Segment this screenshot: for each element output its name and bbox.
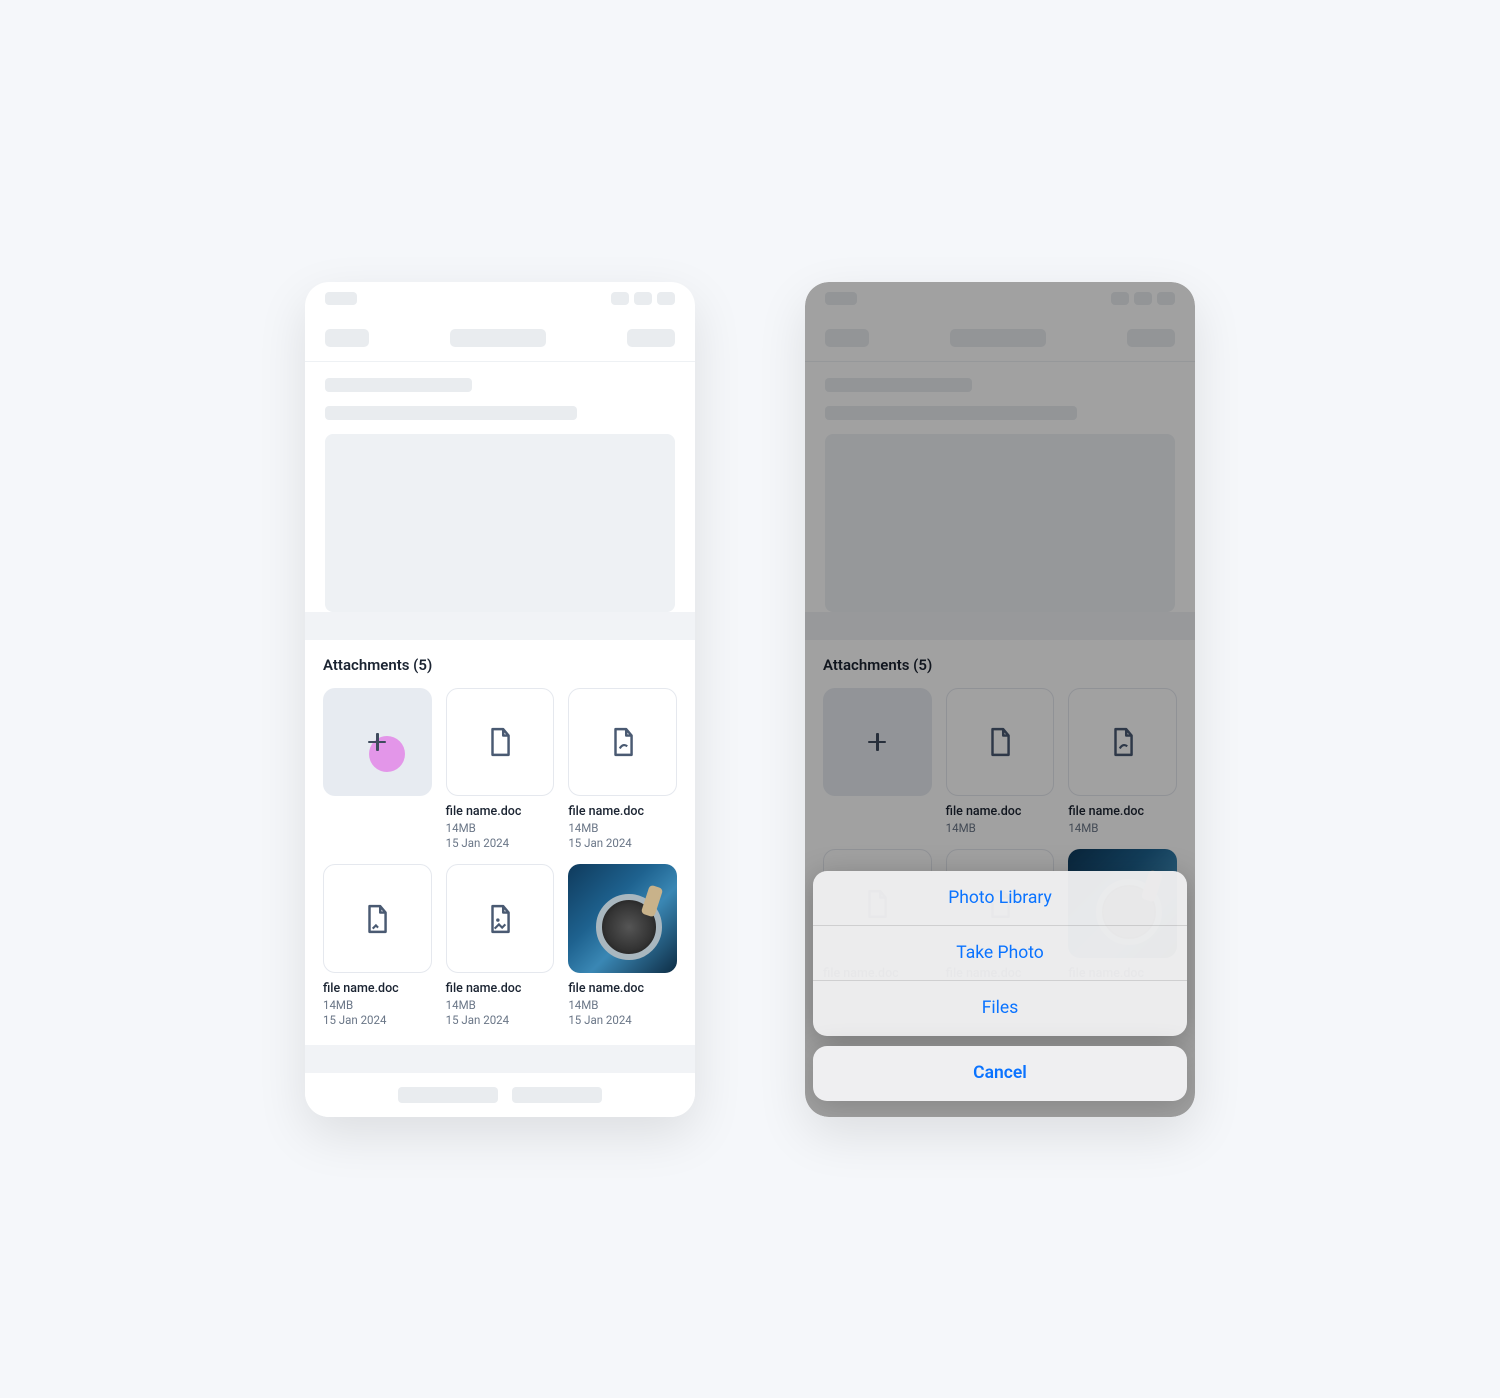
phone-screen-action-sheet: Attachments (5) file name.doc 14MB (805, 282, 1195, 1117)
add-attachment-button (823, 688, 932, 797)
attachment-date: 15 Jan 2024 (323, 1013, 432, 1027)
document-icon (487, 727, 513, 757)
content-skeleton (805, 362, 1195, 612)
attachment-name: file name.doc (1068, 804, 1177, 819)
attachment-thumb (946, 688, 1055, 797)
attachment-name: file name.doc (323, 981, 432, 996)
skeleton-line (325, 406, 577, 420)
attachment-tile[interactable]: file name.doc 14MB 15 Jan 2024 (568, 864, 677, 1027)
section-gap (305, 612, 695, 640)
skeleton-box (325, 434, 675, 612)
attachment-name: file name.doc (568, 981, 677, 996)
attachments-title: Attachments (5) (323, 656, 677, 674)
attachment-tile[interactable]: file name.doc 14MB 15 Jan 2024 (323, 864, 432, 1027)
attachment-date: 15 Jan 2024 (446, 836, 555, 850)
nav-right-placeholder[interactable] (627, 329, 675, 347)
section-gap (805, 612, 1195, 640)
image-file-icon (487, 904, 513, 934)
attachment-tile: file name.doc 14MB (1068, 688, 1177, 836)
status-time-placeholder (325, 292, 357, 305)
status-indicator (1111, 292, 1129, 305)
add-attachment-button[interactable] (323, 688, 432, 797)
status-bar (305, 282, 695, 316)
attachment-size: 14MB (946, 821, 1055, 835)
attachment-size: 14MB (446, 998, 555, 1012)
attachment-date: 15 Jan 2024 (568, 1013, 677, 1027)
plus-icon (368, 733, 386, 751)
skeleton-line (325, 378, 472, 392)
nav-title-placeholder (950, 329, 1046, 347)
attachment-tile[interactable]: file name.doc 14MB 15 Jan 2024 (446, 688, 555, 851)
skeleton-chip (398, 1087, 498, 1103)
action-take-photo[interactable]: Take Photo (813, 926, 1187, 981)
plus-icon (868, 733, 886, 751)
content-skeleton (305, 362, 695, 612)
attachment-name: file name.doc (446, 981, 555, 996)
attachment-size: 14MB (568, 821, 677, 835)
nav-right-placeholder (1127, 329, 1175, 347)
action-sheet-options: Photo Library Take Photo Files (813, 871, 1187, 1036)
attachment-thumb (1068, 688, 1177, 797)
nav-left-placeholder[interactable] (325, 329, 369, 347)
nav-bar (805, 316, 1195, 362)
action-cancel-button[interactable]: Cancel (813, 1046, 1187, 1101)
attachment-date: 15 Jan 2024 (568, 836, 677, 850)
status-time-placeholder (825, 292, 857, 305)
bottom-strip (305, 1073, 695, 1117)
attachment-name: file name.doc (446, 804, 555, 819)
status-indicator (657, 292, 675, 305)
attachment-tile[interactable]: file name.doc 14MB 15 Jan 2024 (446, 864, 555, 1027)
attachment-thumb[interactable] (568, 688, 677, 797)
attachments-title: Attachments (5) (823, 656, 1177, 674)
phone-screen-attachments: Attachments (5) file name.doc 14MB 15 Ja… (305, 282, 695, 1117)
attachment-date: 15 Jan 2024 (446, 1013, 555, 1027)
action-photo-library[interactable]: Photo Library (813, 871, 1187, 926)
attachment-thumb[interactable] (446, 688, 555, 797)
attachment-size: 14MB (568, 998, 677, 1012)
nav-left-placeholder (825, 329, 869, 347)
nav-bar (305, 316, 695, 362)
document-icon (987, 727, 1013, 757)
attachment-size: 14MB (1068, 821, 1177, 835)
nav-title-placeholder (450, 329, 546, 347)
status-indicators (1111, 292, 1175, 305)
pdf-icon (1110, 727, 1136, 757)
status-indicator (1157, 292, 1175, 305)
attachment-name: file name.doc (946, 804, 1055, 819)
action-files[interactable]: Files (813, 981, 1187, 1036)
attachments-grid: file name.doc 14MB 15 Jan 2024 file name… (323, 688, 677, 1027)
attachment-name: file name.doc (568, 804, 677, 819)
attachment-tile[interactable]: file name.doc 14MB 15 Jan 2024 (568, 688, 677, 851)
attachment-thumb[interactable] (446, 864, 555, 973)
status-bar (805, 282, 1195, 316)
status-indicator (1134, 292, 1152, 305)
attachment-tile: file name.doc 14MB (946, 688, 1055, 836)
attachment-add-tile (823, 688, 932, 836)
attachment-add-tile[interactable] (323, 688, 432, 851)
action-sheet: Photo Library Take Photo Files Cancel (813, 871, 1187, 1101)
attachment-size: 14MB (446, 821, 555, 835)
skeleton-line (825, 406, 1077, 420)
skeleton-line (825, 378, 972, 392)
skeleton-chip (512, 1087, 602, 1103)
status-indicators (611, 292, 675, 305)
status-indicator (611, 292, 629, 305)
annotated-doc-icon (364, 904, 390, 934)
pdf-icon (610, 727, 636, 757)
section-gap (305, 1045, 695, 1073)
attachment-size: 14MB (323, 998, 432, 1012)
attachment-thumb[interactable] (323, 864, 432, 973)
attachment-photo-thumb[interactable] (568, 864, 677, 973)
attachments-section: Attachments (5) file name.doc 14MB 15 Ja… (305, 640, 695, 1045)
skeleton-box (825, 434, 1175, 612)
status-indicator (634, 292, 652, 305)
